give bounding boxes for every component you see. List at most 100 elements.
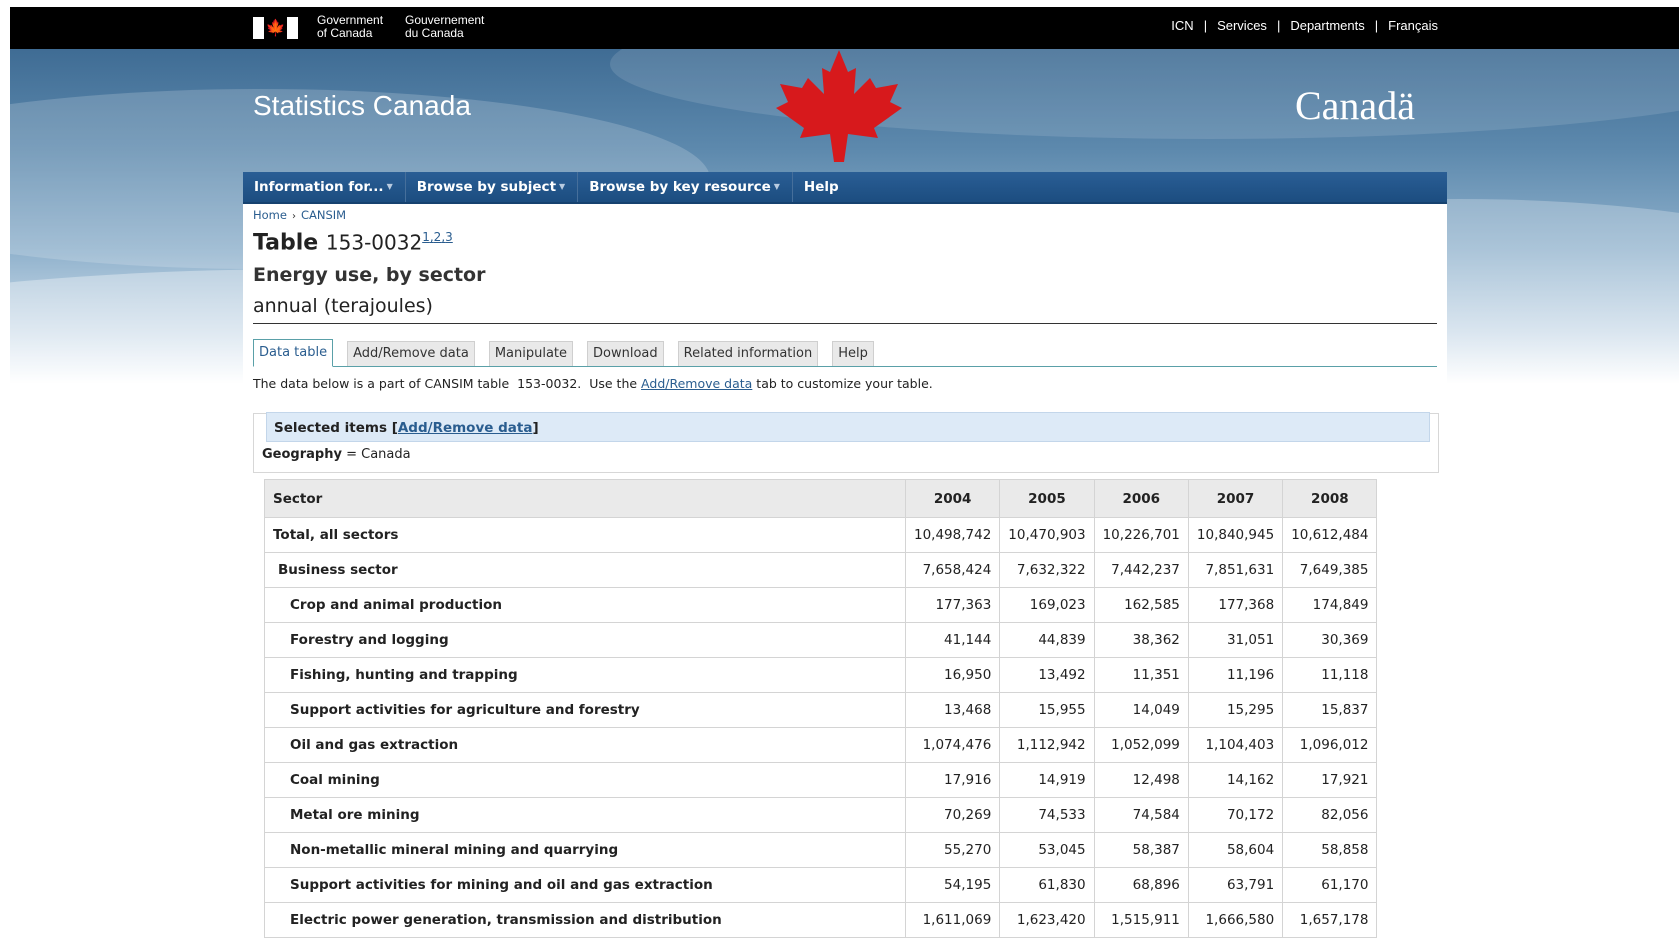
nav-information-for[interactable]: Information for... ▼	[243, 172, 406, 202]
table-cell: 177,363	[904, 587, 1001, 623]
table-number: 153-0032	[325, 230, 423, 255]
site-title[interactable]: Statistics Canada	[253, 90, 471, 122]
tab-help[interactable]: Help	[832, 341, 874, 366]
geography-selection: Geography = Canada	[262, 447, 411, 462]
table-cell: 11,118	[1282, 657, 1378, 693]
top-link-icn[interactable]: ICN	[1161, 18, 1203, 33]
table-unit: annual (terajoules)	[253, 295, 433, 317]
top-link-services[interactable]: Services	[1207, 18, 1277, 33]
row-label: Support activities for mining and oil an…	[264, 867, 906, 903]
table-cell: 13,492	[999, 657, 1095, 693]
table-cell: 15,955	[999, 692, 1095, 728]
table-cell: 68,896	[1093, 867, 1189, 903]
table-cell: 10,226,701	[1093, 517, 1189, 553]
table-title: Energy use, by sector	[253, 264, 486, 286]
row-label: Electric power generation, transmission …	[264, 902, 906, 938]
government-of-canada-fr[interactable]: Gouvernement du Canada	[405, 14, 484, 40]
table-cell: 17,916	[904, 762, 1001, 798]
table-cell: 38,362	[1093, 622, 1189, 658]
col-header-2006: 2006	[1093, 479, 1189, 518]
tab-bar: Data table Add/Remove data Manipulate Do…	[253, 338, 1437, 367]
tab-manipulate[interactable]: Manipulate	[488, 341, 574, 366]
table-row: Non-metallic mineral mining and quarryin…	[264, 832, 1378, 868]
table-cell: 17,921	[1282, 762, 1378, 798]
table-cell: 14,049	[1093, 692, 1189, 728]
table-row: Crop and animal production 177,363 169,023…	[264, 587, 1378, 623]
table-cell: 1,623,420	[999, 902, 1095, 938]
table-cell: 70,172	[1187, 797, 1284, 833]
row-label: Support activities for agriculture and f…	[264, 692, 906, 728]
table-row: Coal mining 17,916 14,919 12,498 14,162 17,92…	[264, 762, 1378, 798]
tab-add-remove-data[interactable]: Add/Remove data	[347, 341, 475, 366]
table-row: Support activities for agriculture and f…	[264, 692, 1378, 728]
tab-related-information[interactable]: Related information	[677, 341, 819, 366]
tab-download[interactable]: Download	[587, 341, 664, 366]
canada-wordmark: Canadä	[1295, 83, 1415, 128]
table-cell: 13,468	[904, 692, 1001, 728]
table-cell: 15,295	[1187, 692, 1284, 728]
chevron-down-icon: ▼	[559, 182, 566, 191]
top-link-francais[interactable]: Français	[1378, 18, 1438, 33]
top-link-departments[interactable]: Departments	[1280, 18, 1374, 33]
maple-leaf-icon: 🍁	[264, 17, 287, 39]
table-cell: 30,369	[1282, 622, 1378, 658]
table-cell: 1,657,178	[1282, 902, 1378, 938]
col-header-sector: Sector	[264, 479, 906, 518]
row-label: Coal mining	[264, 762, 906, 798]
table-row: Support activities for mining and oil an…	[264, 867, 1378, 903]
table-cell: 54,195	[904, 867, 1001, 903]
nav-browse-by-key-resource[interactable]: Browse by key resource ▼	[578, 172, 793, 202]
row-label: Forestry and logging	[264, 622, 906, 658]
table-cell: 14,162	[1187, 762, 1284, 798]
table-row: Fishing, hunting and trapping 16,950 13,49…	[264, 657, 1378, 693]
table-cell: 61,830	[999, 867, 1095, 903]
col-header-2008: 2008	[1282, 479, 1378, 518]
nav-browse-by-subject[interactable]: Browse by subject ▼	[406, 172, 579, 202]
tab-data-table[interactable]: Data table	[253, 339, 334, 367]
table-cell: 31,051	[1187, 622, 1284, 658]
col-header-2007: 2007	[1187, 479, 1284, 518]
selected-items-box: Selected items [Add/Remove data] Geograp…	[253, 412, 1439, 473]
row-label: Business sector	[264, 552, 906, 588]
nav-help[interactable]: Help	[793, 172, 851, 202]
table-cell: 7,442,237	[1093, 552, 1189, 588]
row-label: Crop and animal production	[264, 587, 906, 623]
selected-add-remove-link[interactable]: Add/Remove data	[398, 420, 533, 436]
table-cell: 12,498	[1093, 762, 1189, 798]
table-cell: 74,533	[999, 797, 1095, 833]
table-cell: 10,840,945	[1187, 517, 1284, 553]
table-row: Business sector 7,658,424 7,632,322 7,442,2…	[264, 552, 1378, 588]
table-cell: 10,612,484	[1282, 517, 1378, 553]
table-cell: 162,585	[1093, 587, 1189, 623]
table-row: Forestry and logging 41,144 44,839 38,362 31…	[264, 622, 1378, 658]
table-cell: 177,368	[1187, 587, 1284, 623]
table-cell: 70,269	[904, 797, 1001, 833]
main-nav: Information for... ▼ Browse by subject ▼ B…	[243, 172, 1447, 204]
table-cell: 7,649,385	[1282, 552, 1378, 588]
table-cell: 11,196	[1187, 657, 1284, 693]
gov-fr-line2: du Canada	[405, 26, 464, 40]
add-remove-data-link[interactable]: Add/Remove data	[641, 376, 752, 391]
breadcrumb-home[interactable]: Home	[253, 208, 287, 222]
gov-en-line2: of Canada	[317, 26, 373, 40]
table-cell: 7,632,322	[999, 552, 1095, 588]
table-cell: 14,919	[999, 762, 1095, 798]
col-header-2004: 2004	[904, 479, 1001, 518]
table-cell: 15,837	[1282, 692, 1378, 728]
canada-flag-icon	[253, 17, 264, 39]
table-cell: 169,023	[999, 587, 1095, 623]
breadcrumb-separator-icon: ›	[291, 211, 296, 222]
table-cell: 7,851,631	[1187, 552, 1284, 588]
table-cell: 1,104,403	[1187, 727, 1284, 763]
title-divider	[253, 323, 1437, 324]
government-of-canada-en[interactable]: Government of Canada	[317, 14, 383, 40]
chevron-down-icon: ▼	[773, 182, 780, 191]
footnote-3-link[interactable]: 3	[445, 230, 453, 244]
breadcrumb-cansim[interactable]: CANSIM	[301, 208, 346, 222]
row-label: Non-metallic mineral mining and quarryin…	[264, 832, 906, 868]
table-cell: 10,498,742	[904, 517, 1001, 553]
footnote-1-link[interactable]: 1	[422, 230, 430, 244]
table-row: Oil and gas extraction 1,074,476 1,112,942…	[264, 727, 1378, 763]
table-cell: 44,839	[999, 622, 1095, 658]
table-cell: 58,604	[1187, 832, 1284, 868]
